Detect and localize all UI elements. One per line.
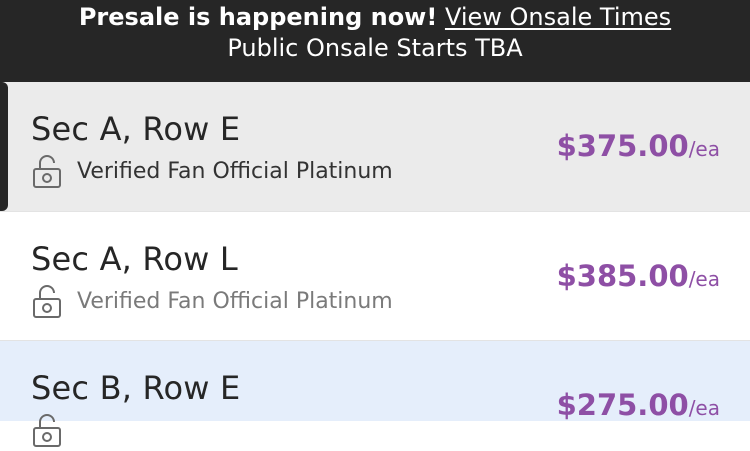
public-onsale-text: Public Onsale Starts TBA bbox=[227, 34, 523, 62]
section-row-label: Sec A, Row L bbox=[31, 240, 238, 278]
ticket-listing[interactable]: Sec A, Row L Verified Fan Official Plati… bbox=[0, 212, 750, 341]
tier-label: Verified Fan Official Platinum bbox=[77, 288, 393, 314]
lock-icon bbox=[31, 284, 63, 318]
ticket-listing[interactable]: Sec A, Row E Verified Fan Official Plati… bbox=[0, 82, 750, 212]
ticket-tier: Verified Fan Official Platinum bbox=[31, 284, 393, 318]
price-unit: /ea bbox=[688, 267, 720, 291]
price-unit: /ea bbox=[688, 137, 720, 161]
ticket-listing[interactable]: Sec B, Row E $275.00/ea bbox=[0, 341, 750, 447]
section-row-label: Sec A, Row E bbox=[31, 110, 241, 148]
price-amount: $385.00 bbox=[556, 259, 689, 293]
listing-price: $375.00/ea bbox=[557, 129, 720, 163]
presale-banner-headline-row: Presale is happening now! View Onsale Ti… bbox=[0, 2, 750, 33]
lock-icon bbox=[31, 154, 63, 188]
listing-price: $385.00/ea bbox=[557, 259, 720, 293]
presale-headline: Presale is happening now! bbox=[78, 3, 438, 31]
tier-label: Verified Fan Official Platinum bbox=[77, 158, 393, 184]
view-onsale-times-link[interactable]: View Onsale Times bbox=[445, 3, 671, 31]
price-amount: $275.00 bbox=[556, 388, 689, 422]
price-unit: /ea bbox=[688, 396, 720, 420]
price-amount: $375.00 bbox=[556, 129, 689, 163]
lock-icon bbox=[31, 413, 63, 447]
section-row-label: Sec B, Row E bbox=[31, 369, 241, 407]
presale-banner: Presale is happening now! View Onsale Ti… bbox=[0, 0, 750, 82]
ticket-tier bbox=[31, 413, 77, 447]
listing-price: $275.00/ea bbox=[557, 388, 720, 422]
ticket-tier: Verified Fan Official Platinum bbox=[31, 154, 393, 188]
